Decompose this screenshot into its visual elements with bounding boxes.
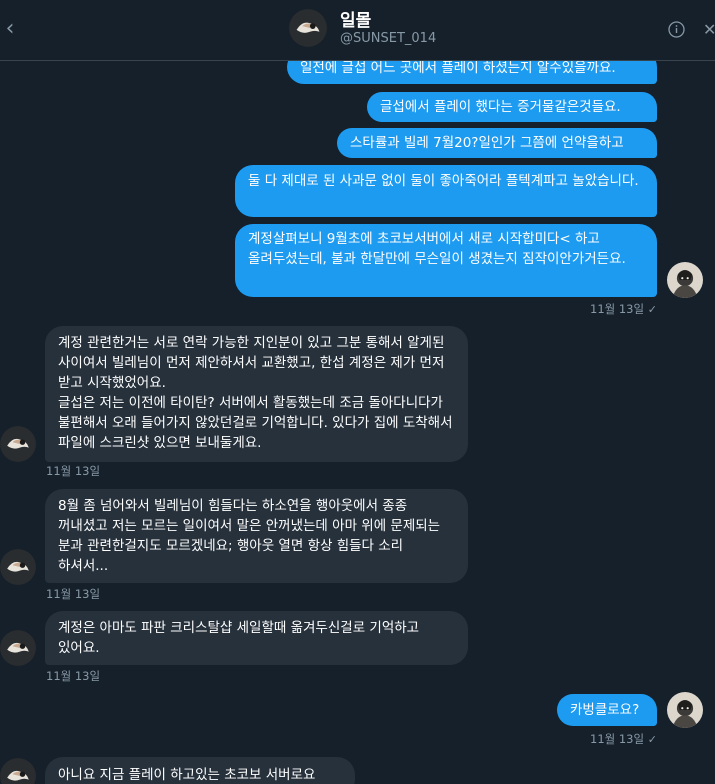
avatar-image: [0, 426, 36, 462]
avatar[interactable]: [289, 9, 327, 47]
sent-message[interactable]: 스타률과 빌레 7월20?일인가 그쯤에 언약을하고: [337, 128, 657, 158]
received-message[interactable]: 아니요 지금 플레이 하고있는 초코보 서버로요: [45, 757, 355, 784]
close-icon[interactable]: ✕: [703, 20, 715, 40]
sent-message[interactable]: 둘 다 제대로 된 사과문 없이 둘이 좋아죽어라 플텍계파고 놀았습니다.: [235, 165, 657, 217]
conversation-header: ‹ 일몰 @SUNSET_014 ✕: [0, 0, 715, 61]
message-timestamp: 11월 13일: [46, 587, 101, 601]
message-timestamp: 11월 13일: [46, 669, 101, 683]
message-timestamp: 11월 13일: [46, 464, 101, 478]
avatar[interactable]: [0, 426, 36, 462]
avatar[interactable]: [667, 262, 703, 298]
avatar-image: [289, 9, 327, 47]
chevron-left-icon[interactable]: ‹: [0, 14, 20, 44]
avatar-image: [667, 692, 703, 728]
avatar-image: [0, 630, 36, 666]
read-check-icon: ✓: [647, 303, 657, 316]
avatar[interactable]: [0, 630, 36, 666]
sent-message[interactable]: 계정살펴보니 9월초에 초코보서버에서 새로 시작합미다< 하고 올려두셨는데,…: [235, 224, 657, 297]
avatar-image: [667, 262, 703, 298]
received-message[interactable]: 8월 좀 넘어와서 빌레님이 힘들다는 하소연을 행아웃에서 종종 꺼내셨고 저…: [45, 489, 468, 583]
avatar-image: [0, 549, 36, 585]
dm-conversation-window: ‹ 일몰 @SUNSET_014 ✕ 일전에 글섭 어느 곳에서 플레이 하셨는…: [0, 0, 715, 784]
sent-message[interactable]: 글섭에서 플레이 했다는 증거물같은것들요.: [367, 92, 657, 122]
conversation-handle: @SUNSET_014: [340, 31, 437, 46]
message-timestamp: 11월 13일 ✓: [590, 302, 657, 316]
avatar-image: [0, 758, 36, 784]
received-message[interactable]: 계정은 아마도 파판 크리스탈샵 세일할때 옮겨두신걸로 기억하고 있어요.: [45, 611, 468, 665]
sent-message[interactable]: 카벙클로요?: [557, 694, 657, 726]
avatar[interactable]: [667, 692, 703, 728]
conversation-name: 일몰: [340, 11, 372, 31]
read-check-icon: ✓: [647, 733, 657, 746]
avatar[interactable]: [0, 758, 36, 784]
message-timestamp: 11월 13일 ✓: [590, 732, 657, 746]
info-icon[interactable]: [668, 21, 685, 38]
received-message[interactable]: 계정 관련한거는 서로 연락 가능한 지인분이 있고 그분 통해서 알게된 사이…: [45, 326, 468, 462]
avatar[interactable]: [0, 549, 36, 585]
